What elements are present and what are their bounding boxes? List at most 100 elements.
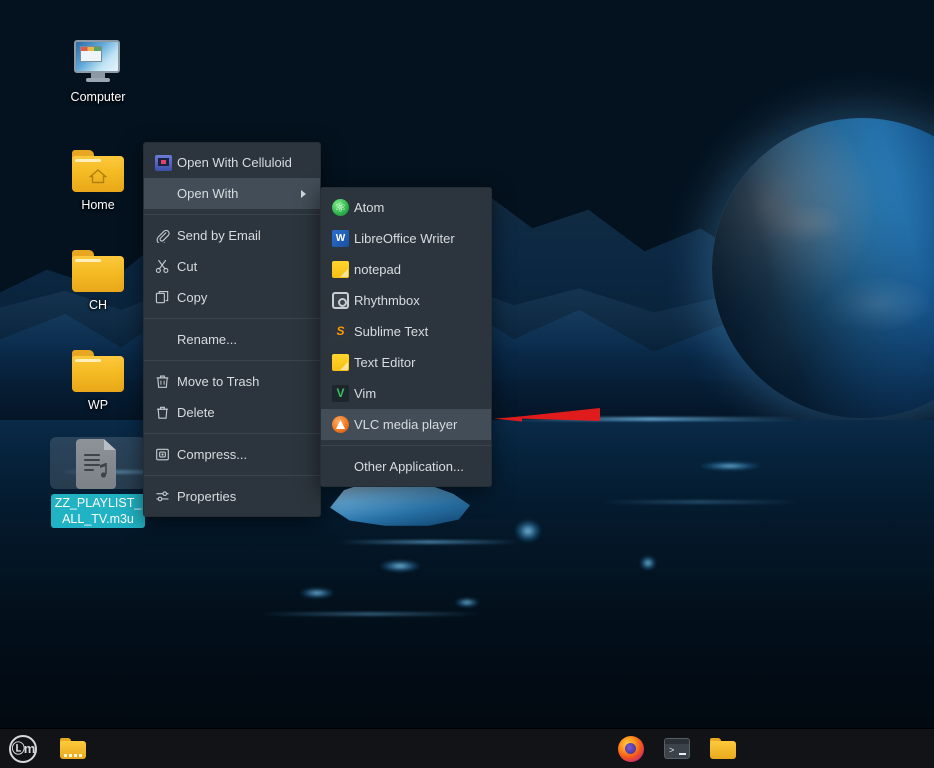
wallpaper-reflection (455, 598, 479, 607)
submenu-item-label: Sublime Text (354, 324, 429, 339)
desktop-icon-computer[interactable]: Computer (50, 32, 146, 106)
submenu-item-text-editor[interactable]: Text Editor (321, 347, 491, 378)
desktop-icon-ch[interactable]: CH (50, 240, 146, 314)
desktop-icon-label: Home (81, 198, 115, 212)
submenu-item-label: Atom (354, 200, 385, 215)
submenu-item-label: Rhythmbox (354, 293, 420, 308)
menu-item-label: Delete (177, 405, 215, 420)
desktop-icon-label: WP (87, 398, 109, 412)
folder-icon (710, 738, 736, 759)
taskbar-panel[interactable]: Ⓛm > (0, 728, 934, 768)
menu-separator (321, 445, 491, 446)
submenu-arrow-icon (301, 189, 306, 198)
submenu-item-sublime-text[interactable]: Sublime Text (321, 316, 491, 347)
copy-icon (155, 290, 177, 305)
submenu-item-vlc-media-player[interactable]: VLC media player (321, 409, 491, 440)
computer-monitor-icon (50, 32, 146, 84)
terminal-icon: > (664, 738, 690, 759)
open-with-submenu[interactable]: Atom LibreOffice Writer notepad Rhythmbo… (320, 187, 492, 487)
paperclip-icon (155, 228, 177, 243)
wallpaper-reflection-streak (340, 540, 520, 544)
desktop-icon-label: CH (88, 298, 108, 312)
menu-item-compress[interactable]: Compress... (144, 439, 320, 470)
menu-separator (144, 214, 320, 215)
trash-icon (155, 374, 177, 389)
launcher-firefox-button[interactable] (616, 734, 646, 764)
folder-icon (50, 240, 146, 292)
desktop-icon-label: Computer (70, 90, 126, 104)
menu-item-send-by-email[interactable]: Send by Email (144, 220, 320, 251)
submenu-item-vim[interactable]: Vim (321, 378, 491, 409)
mint-logo-text: Ⓛm (11, 741, 36, 756)
submenu-item-label: Other Application... (354, 459, 464, 474)
menu-item-label: Rename... (177, 332, 237, 347)
menu-item-cut[interactable]: Cut (144, 251, 320, 282)
atom-icon (332, 199, 354, 216)
rhythmbox-icon (332, 292, 354, 309)
file-context-menu[interactable]: Open With Celluloid Open With Send by Em… (143, 142, 321, 517)
submenu-item-label: VLC media player (354, 417, 458, 432)
firefox-icon (618, 735, 644, 762)
menu-item-label: Copy (177, 290, 208, 305)
menu-separator (144, 433, 320, 434)
menu-separator (144, 318, 320, 319)
submenu-item-other-application[interactable]: Other Application... (321, 451, 491, 482)
desktop-icon-playlist[interactable]: ZZ_PLAYLIST_ ALL_TV.m3u (50, 437, 146, 528)
menu-item-delete[interactable]: Delete (144, 397, 320, 428)
submenu-item-label: Vim (354, 386, 377, 401)
submenu-item-rhythmbox[interactable]: Rhythmbox (321, 285, 491, 316)
launcher-files-button[interactable] (708, 734, 738, 764)
menu-item-label: Move to Trash (177, 374, 260, 389)
panel-launcher-group: > (616, 734, 934, 764)
wallpaper-reflection-streak (600, 500, 800, 504)
submenu-item-label: notepad (354, 262, 401, 277)
desktop-icon-label-line1: ZZ_PLAYLIST_ (54, 496, 142, 510)
menu-item-label: Cut (177, 259, 198, 274)
menu-separator (144, 475, 320, 476)
text-editor-icon (332, 354, 354, 371)
home-folder-icon (50, 140, 146, 192)
wallpaper-reflection-streak (260, 612, 480, 616)
submenu-item-notepad[interactable]: notepad (321, 254, 491, 285)
menu-item-label: Compress... (177, 447, 248, 462)
menu-item-copy[interactable]: Copy (144, 282, 320, 313)
submenu-item-label: Text Editor (354, 355, 416, 370)
launcher-terminal-button[interactable]: > (662, 734, 692, 764)
wallpaper-reflection (380, 560, 420, 572)
celluloid-icon (155, 154, 177, 171)
properties-icon (155, 489, 177, 504)
sublime-text-icon (332, 323, 354, 340)
scissors-icon (155, 259, 177, 274)
menu-separator (144, 360, 320, 361)
desktop-icon-wp[interactable]: WP (50, 340, 146, 414)
menu-item-open-with-celluloid[interactable]: Open With Celluloid (144, 147, 320, 178)
vlc-icon (332, 416, 354, 433)
submenu-item-libreoffice-writer[interactable]: LibreOffice Writer (321, 223, 491, 254)
wallpaper-reflection-streak (500, 417, 800, 421)
desktop-icon-label: ZZ_PLAYLIST_ ALL_TV.m3u (50, 494, 146, 528)
wallpaper-reflection (515, 520, 541, 542)
linux-mint-menu-icon: Ⓛm (9, 734, 37, 763)
delete-icon (155, 405, 177, 420)
menu-item-open-with[interactable]: Open With (144, 178, 320, 209)
folder-icon (50, 340, 146, 392)
linux-mint-menu-button[interactable]: Ⓛm (8, 734, 38, 764)
libreoffice-writer-icon (332, 230, 354, 247)
desktop-icon-home[interactable]: Home (50, 140, 146, 214)
desktop-icon-label-line2: ALL_TV.m3u (62, 512, 134, 526)
wallpaper-reflection (700, 462, 760, 470)
menu-item-label: Properties (177, 489, 237, 504)
wallpaper-reflection (300, 588, 334, 598)
playlist-file-icon (50, 437, 146, 489)
menu-item-move-to-trash[interactable]: Move to Trash (144, 366, 320, 397)
panel-left-group: Ⓛm (0, 734, 88, 764)
desktop[interactable]: Computer Home CH WP ZZ_PLAYLIST_ ALL_TV.… (0, 0, 934, 768)
submenu-item-label: LibreOffice Writer (354, 231, 455, 246)
menu-item-properties[interactable]: Properties (144, 481, 320, 512)
submenu-item-atom[interactable]: Atom (321, 192, 491, 223)
menu-item-label: Open With Celluloid (177, 155, 292, 170)
panel-file-manager-button[interactable] (58, 734, 88, 764)
vim-icon (332, 385, 354, 402)
notepad-icon (332, 261, 354, 278)
menu-item-rename[interactable]: Rename... (144, 324, 320, 355)
